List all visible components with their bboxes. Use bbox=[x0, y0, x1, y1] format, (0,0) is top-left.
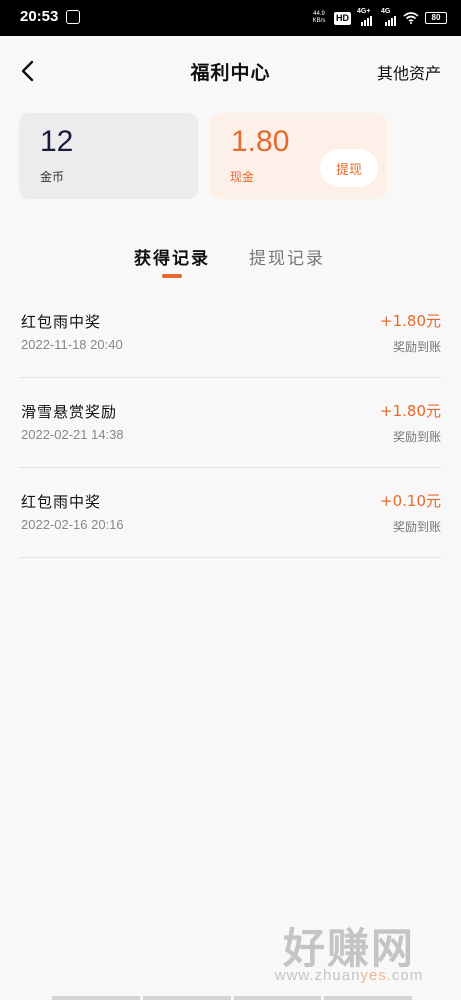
status-indicators: 44.9 KB/s HD 4G+ 4G 80 bbox=[310, 7, 447, 29]
record-status: 奖励到账 bbox=[392, 340, 441, 354]
record-title: 滑雪悬赏奖励 bbox=[21, 403, 118, 421]
coins-value: 12 bbox=[40, 125, 74, 158]
record-status: 奖励到账 bbox=[392, 430, 441, 444]
page-header: 福利中心 其他资产 bbox=[0, 36, 461, 106]
record-amount: +1.80元 bbox=[380, 402, 441, 420]
record-time: 2022-02-16 20:16 bbox=[21, 517, 124, 532]
wifi-icon bbox=[403, 12, 419, 24]
record-time: 2022-02-21 14:38 bbox=[21, 427, 124, 442]
withdraw-button[interactable]: 提现 bbox=[320, 149, 378, 187]
list-item[interactable]: 红包雨中奖 2022-11-18 20:40 +1.80元 奖励到账 bbox=[19, 288, 441, 378]
record-status: 奖励到账 bbox=[392, 520, 441, 534]
record-amount: +0.10元 bbox=[380, 492, 441, 510]
record-title: 红包雨中奖 bbox=[21, 493, 102, 511]
watermark-url-highlight: yes bbox=[360, 967, 387, 984]
site-watermark: 好赚网 www.zhuanyes.com bbox=[254, 915, 444, 995]
status-time: 20:53 bbox=[20, 8, 59, 25]
watermark-url-prefix: www.zhuan bbox=[274, 967, 361, 984]
cash-card: 1.80 现金 提现 bbox=[209, 113, 387, 199]
network-speed: 44.9 KB/s bbox=[310, 11, 328, 25]
battery-icon: 80 bbox=[425, 12, 447, 24]
record-amount: +1.80元 bbox=[380, 312, 441, 330]
cash-label: 现金 bbox=[230, 170, 255, 184]
app-notification-icon bbox=[66, 10, 80, 24]
coins-label: 金币 bbox=[40, 170, 65, 184]
tab-earned-records[interactable]: 获得记录 bbox=[134, 244, 210, 269]
list-item[interactable]: 红包雨中奖 2022-02-16 20:16 +0.10元 奖励到账 bbox=[19, 468, 441, 558]
records-list: 红包雨中奖 2022-11-18 20:40 +1.80元 奖励到账 滑雪悬赏奖… bbox=[19, 288, 441, 558]
status-bar: 20:53 44.9 KB/s HD 4G+ 4G 80 bbox=[0, 0, 461, 36]
hd-badge: HD bbox=[334, 11, 351, 25]
active-tab-indicator bbox=[162, 274, 182, 278]
network-speed-value: 44.9 bbox=[313, 11, 325, 17]
signal-label: 4G+ bbox=[357, 8, 371, 15]
gesture-bar bbox=[52, 996, 412, 1000]
other-assets-link[interactable]: 其他资产 bbox=[377, 60, 441, 84]
record-time: 2022-11-18 20:40 bbox=[21, 337, 123, 352]
network-speed-unit: KB/s bbox=[312, 18, 326, 24]
signal-icon: 4G+ bbox=[357, 8, 375, 26]
signal-icon-secondary: 4G bbox=[381, 8, 397, 26]
watermark-url-suffix: .com bbox=[386, 967, 424, 984]
cash-value: 1.80 bbox=[231, 125, 290, 158]
signal-label-secondary: 4G bbox=[381, 8, 391, 15]
tab-withdraw-records[interactable]: 提现记录 bbox=[249, 244, 325, 269]
record-tabs: 获得记录 提现记录 bbox=[0, 244, 461, 284]
record-title: 红包雨中奖 bbox=[21, 313, 102, 331]
list-item[interactable]: 滑雪悬赏奖励 2022-02-21 14:38 +1.80元 奖励到账 bbox=[19, 378, 441, 468]
watermark-url: www.zhuanyes.com bbox=[254, 967, 444, 984]
coins-card: 12 金币 bbox=[19, 113, 198, 199]
